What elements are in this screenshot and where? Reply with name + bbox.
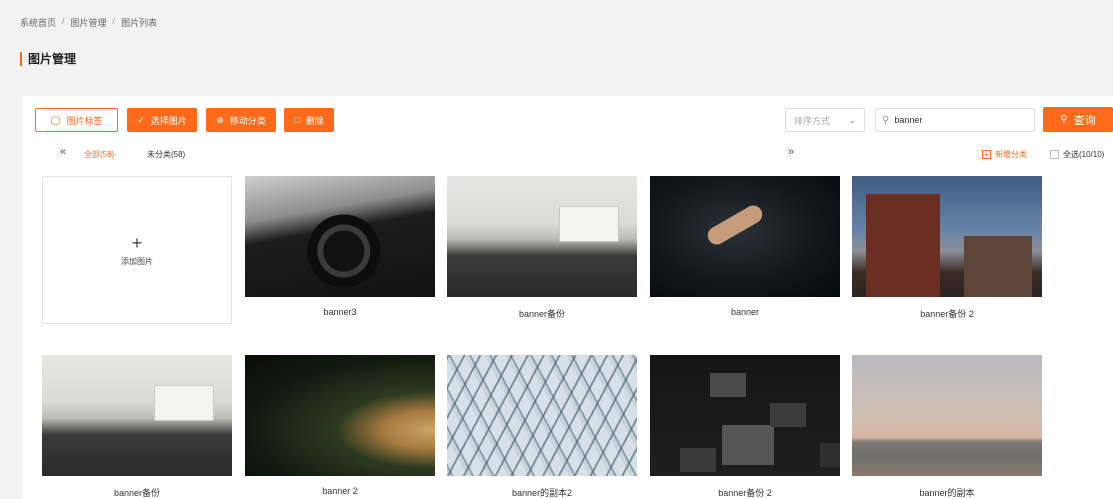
query-label: 查询 — [1073, 114, 1096, 127]
delete-button[interactable]: □ 删除 — [284, 108, 334, 132]
image-thumbnail[interactable] — [852, 355, 1042, 476]
image-card[interactable]: banner备份 — [447, 176, 637, 320]
select-images-label: 选择图片 — [150, 115, 187, 126]
image-card[interactable]: banner的副本2 — [447, 355, 637, 499]
sort-select-placeholder: 排序方式 — [794, 115, 831, 126]
image-card[interactable]: banner备份 2 — [650, 355, 840, 499]
image-thumbnail[interactable] — [852, 176, 1042, 297]
image-caption: banner的副本2 — [511, 488, 573, 498]
image-caption: banner — [730, 307, 760, 317]
image-card[interactable]: banner备份 2 — [852, 176, 1042, 320]
image-tag-button[interactable]: ◯ 图片标签 — [35, 108, 118, 132]
breadcrumb-home[interactable]: 系统首页 — [20, 16, 56, 29]
check-icon: ✓ — [137, 114, 145, 125]
image-thumbnail[interactable] — [447, 176, 637, 297]
image-caption: banner备份 2 — [718, 488, 772, 498]
search-icon: ⚲ — [882, 114, 890, 126]
image-thumbnail[interactable] — [650, 176, 840, 297]
page-title: 图片管理 — [20, 52, 76, 66]
image-thumbnail[interactable] — [650, 355, 840, 476]
breadcrumb-image-list: 图片列表 — [121, 18, 158, 28]
image-card[interactable]: banner — [650, 176, 840, 317]
breadcrumb-separator: / — [62, 16, 65, 26]
tab-uncategorized[interactable]: 未分类(58) — [147, 149, 185, 160]
image-thumbnail[interactable] — [42, 355, 232, 476]
image-card[interactable]: banner备份 — [42, 355, 232, 499]
select-images-button[interactable]: ✓ 选择图片 — [127, 108, 197, 132]
double-chevron-right-icon[interactable]: » — [788, 146, 794, 158]
image-card[interactable]: banner 2 — [245, 355, 435, 496]
move-icon: ⊕ — [216, 114, 224, 125]
breadcrumb-image-management[interactable]: 图片管理 — [71, 16, 107, 29]
image-thumbnail[interactable] — [245, 355, 435, 476]
image-caption: banner备份 — [518, 309, 566, 319]
tab-all[interactable]: 全部(58) — [84, 149, 114, 160]
breadcrumb-separator: / — [112, 16, 116, 26]
search-box: ⚲ — [875, 108, 1035, 132]
sort-select[interactable]: 排序方式 ⌄ — [785, 108, 865, 132]
move-category-label: 移动分类 — [229, 115, 266, 126]
add-category-label: 新增分类 — [995, 150, 1027, 159]
image-caption: banner3 — [323, 307, 357, 317]
add-image-card[interactable]: + 添加图片 — [42, 176, 232, 324]
search-icon: ⚲ — [1060, 114, 1068, 125]
image-caption: banner的副本 — [919, 488, 975, 498]
breadcrumb: 系统首页 / 图片管理 / 图片列表 — [20, 16, 157, 29]
delete-label: 删除 — [305, 115, 324, 126]
image-caption: banner 2 — [322, 486, 358, 496]
chevron-down-icon: ⌄ — [848, 114, 856, 125]
image-tag-label: 图片标签 — [66, 115, 103, 126]
query-button[interactable]: ⚲ 查询 — [1043, 107, 1113, 132]
add-category-button[interactable]: + 新增分类 — [982, 149, 1027, 160]
image-thumbnail[interactable] — [447, 355, 637, 476]
category-tabs: « 全部(58) 未分类(58) » + 新增分类 全选(10/10) — [22, 144, 1113, 164]
search-input[interactable] — [894, 115, 1025, 125]
image-caption: banner备份 2 — [920, 309, 974, 319]
select-all-label: 全选(10/10) — [1063, 150, 1105, 159]
plus-icon: + — [131, 232, 143, 253]
move-category-button[interactable]: ⊕ 移动分类 — [206, 108, 276, 132]
checkbox-icon — [1050, 150, 1059, 159]
double-chevron-left-icon[interactable]: « — [60, 146, 66, 158]
image-card[interactable]: banner3 — [245, 176, 435, 317]
image-thumbnail[interactable] — [245, 176, 435, 297]
select-all-toggle[interactable]: 全选(10/10) — [1050, 149, 1104, 160]
trash-icon: □ — [294, 114, 300, 125]
add-square-icon: + — [982, 150, 991, 159]
tag-icon: ◯ — [50, 114, 61, 125]
image-card[interactable]: banner的副本 — [852, 355, 1042, 499]
image-panel: ◯ 图片标签 ✓ 选择图片 ⊕ 移动分类 □ 删除 排序方式 ⌄ ⚲ ⚲ 查询 … — [22, 96, 1113, 499]
image-caption: banner备份 — [113, 488, 161, 498]
add-image-label: 添加图片 — [121, 256, 153, 266]
